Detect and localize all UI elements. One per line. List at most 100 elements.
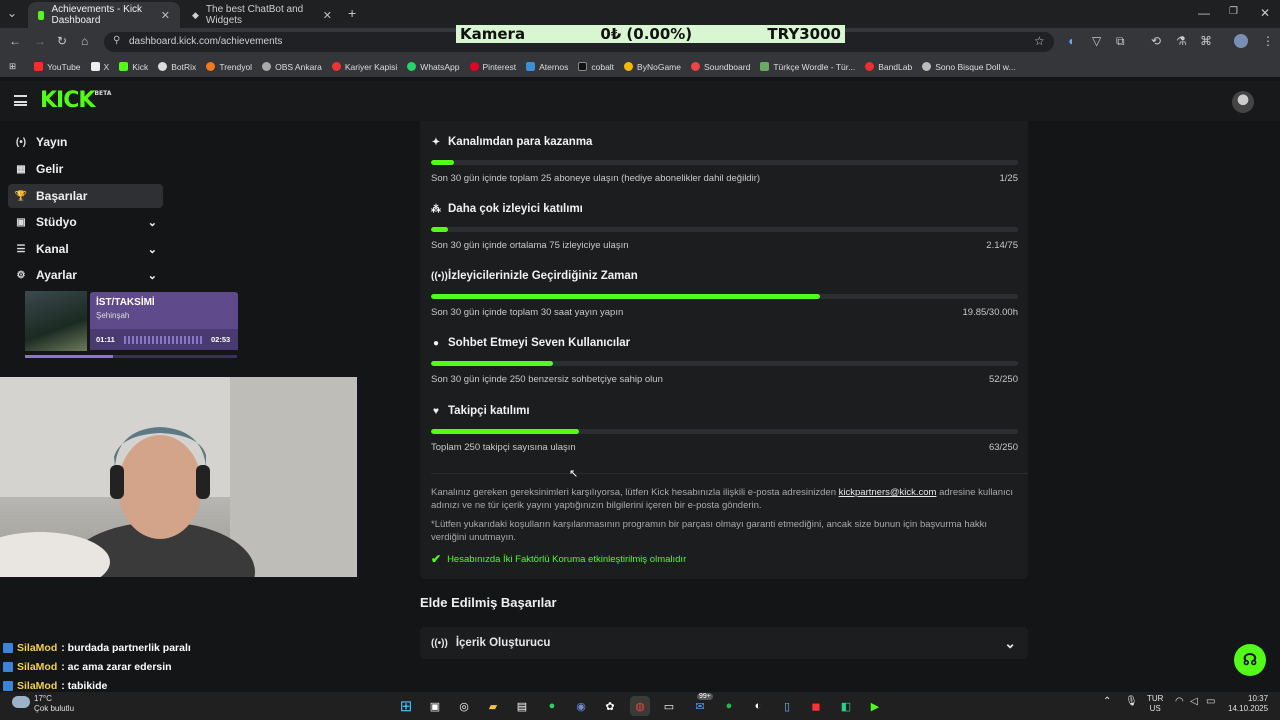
- bookmark-pinterest[interactable]: Pinterest: [469, 62, 516, 72]
- performance-icon[interactable]: ⚗: [1176, 34, 1187, 48]
- achievement-description: Toplam 250 takipçi sayısına ulaşın: [431, 442, 576, 453]
- tab-chatbot[interactable]: ◆ The best ChatBot and Widgets ✕: [182, 2, 342, 28]
- song-progress-fill: [25, 355, 113, 358]
- partner-email-link[interactable]: kickpartners@kick.com: [839, 487, 937, 498]
- minimize-icon[interactable]: —: [1198, 6, 1210, 20]
- translate-icon[interactable]: ⌘: [1200, 34, 1212, 48]
- reload-icon[interactable]: ↻: [57, 34, 67, 48]
- broadcast-icon: (•): [15, 136, 27, 148]
- terminal-icon[interactable]: ▭: [659, 696, 679, 716]
- bookmark-youtube[interactable]: YouTube: [34, 62, 81, 72]
- tab-achievements[interactable]: Achievements - Kick Dashboard ✕: [28, 2, 180, 28]
- song-title: İST/TAKSİMİ: [96, 297, 155, 308]
- bookmark-wordle[interactable]: Türkçe Wordle - Tür...: [760, 62, 855, 72]
- microphone-icon[interactable]: 🎙: [1125, 697, 1138, 707]
- two-factor-requirement: ✔ Hesabınızda İki Faktörlü Koruma etkinle…: [431, 552, 687, 566]
- tray-chevron-icon[interactable]: ⌃: [1103, 697, 1111, 707]
- achievement-progress-fill: [431, 429, 579, 434]
- close-window-icon[interactable]: ✕: [1260, 6, 1270, 20]
- wifi-icon[interactable]: ◠: [1175, 697, 1184, 707]
- waveform-icon: [124, 336, 204, 344]
- profile-avatar[interactable]: [1234, 34, 1248, 48]
- kick-logo[interactable]: KICKBETA: [40, 88, 111, 113]
- obs-icon[interactable]: ◐: [748, 696, 768, 716]
- channel-icon: ☰: [16, 243, 26, 255]
- sidebar-item-gelir[interactable]: ▦ Gelir: [8, 157, 163, 181]
- bookmark-botrix[interactable]: BotRix: [158, 62, 196, 72]
- weather-widget[interactable]: 17°C Çok bulutlu: [34, 694, 74, 714]
- extension-icon[interactable]: ◖: [1067, 34, 1074, 48]
- bookmark-cobalt[interactable]: cobalt: [578, 62, 614, 72]
- chatgpt-icon[interactable]: ✿: [600, 696, 620, 716]
- bookmark-kick[interactable]: Kick: [119, 62, 148, 72]
- weather-icon[interactable]: [12, 696, 30, 708]
- youtube-icon: [34, 62, 44, 71]
- earned-achievement-row[interactable]: ((•)) İçerik Oluşturucu ⌄: [420, 627, 1028, 659]
- store-icon[interactable]: ▤: [512, 696, 532, 716]
- trophy-icon: 🏆: [14, 190, 28, 202]
- bookmark-aternos[interactable]: Aternos: [526, 62, 568, 72]
- spotify-icon[interactable]: ●: [719, 696, 739, 716]
- chrome-icon[interactable]: ◍: [630, 696, 650, 716]
- mod-badge-icon: [3, 662, 13, 672]
- chat-message: SilaMod: ac ama zarar edersin: [3, 661, 172, 673]
- sidebar-item-ayarlar[interactable]: ⚙ Ayarlar ⌄: [8, 263, 163, 287]
- file-explorer-icon[interactable]: ▰: [483, 696, 503, 716]
- user-avatar[interactable]: [1232, 91, 1254, 113]
- task-view-icon[interactable]: ▣: [425, 696, 445, 716]
- restore-icon[interactable]: ❐: [1229, 6, 1238, 17]
- history-icon[interactable]: ⟲: [1151, 34, 1161, 48]
- sidebar-item-kanal[interactable]: ☰ Kanal ⌄: [8, 237, 163, 261]
- bookmark-bynogame[interactable]: ByNoGame: [624, 62, 681, 72]
- extension-icon[interactable]: ▽: [1092, 34, 1101, 48]
- extensions-puzzle-icon[interactable]: ⧉: [1116, 34, 1125, 49]
- bookmark-soundboard[interactable]: Soundboard: [690, 62, 750, 72]
- tab-search-icon[interactable]: ⌄: [7, 6, 17, 20]
- start-button-icon[interactable]: ⊞: [396, 696, 416, 716]
- chevron-down-icon: ⌄: [147, 269, 157, 282]
- sidebar-item-yayin[interactable]: (•) Yayın: [8, 130, 163, 154]
- bookmark-sono-bisque[interactable]: Sono Bisque Doll w...: [922, 62, 1016, 72]
- apps-grid-icon[interactable]: ⊞: [9, 61, 16, 72]
- botrix-icon: [158, 62, 168, 71]
- bookmark-whatsapp[interactable]: WhatsApp: [407, 62, 460, 72]
- back-icon[interactable]: ←: [9, 34, 21, 48]
- chat-message: SilaMod: burdada partnerlik paralı: [3, 642, 191, 654]
- battery-icon[interactable]: ▭: [1206, 697, 1215, 707]
- bookmark-obs-ankara[interactable]: OBS Ankara: [262, 62, 322, 72]
- mod-badge-icon: [3, 643, 13, 653]
- discord-icon[interactable]: ◉: [571, 696, 591, 716]
- menu-dots-icon[interactable]: ⋮: [1262, 34, 1274, 48]
- search-icon[interactable]: ◎: [454, 696, 474, 716]
- app-icon[interactable]: ◼: [806, 696, 826, 716]
- close-tab-icon[interactable]: ✕: [161, 9, 170, 22]
- achievement-title: ((•)) İzleyicilerinizle Geçirdiğiniz Zama…: [431, 270, 638, 282]
- new-tab-icon[interactable]: +: [348, 5, 356, 21]
- bookmark-x[interactable]: X: [90, 62, 109, 72]
- volume-icon[interactable]: ◁: [1190, 697, 1198, 707]
- app-icon[interactable]: ◧: [836, 696, 856, 716]
- bookmark-star-icon[interactable]: ☆: [1034, 34, 1045, 48]
- album-cover: [25, 291, 87, 351]
- kick-favicon-icon: [38, 10, 45, 20]
- whatsapp-icon[interactable]: ●: [542, 696, 562, 716]
- sidebar-item-studyo[interactable]: ▣ Stüdyo ⌄: [8, 210, 163, 234]
- site-info-icon[interactable]: ⚲: [113, 35, 120, 46]
- bookmark-bandlab[interactable]: BandLab: [865, 62, 912, 72]
- clock[interactable]: 10:37 14.10.2025: [1228, 694, 1268, 714]
- achievement-icon: ♥: [433, 405, 439, 417]
- notepad-icon[interactable]: ▯: [777, 696, 797, 716]
- bandlab-icon: [865, 62, 875, 71]
- close-tab-icon[interactable]: ✕: [323, 9, 332, 22]
- support-chat-button[interactable]: ☊: [1234, 644, 1266, 676]
- language-indicator[interactable]: TUR US: [1147, 694, 1163, 714]
- sidebar-item-basarilar[interactable]: 🏆 Başarılar: [8, 184, 163, 208]
- bookmark-trendyol[interactable]: Trendyol: [206, 62, 252, 72]
- bookmark-kariyer[interactable]: Kariyer Kapisi: [331, 62, 397, 72]
- hamburger-menu-icon[interactable]: [14, 95, 27, 106]
- kick-app-icon[interactable]: ▶: [865, 696, 885, 716]
- forward-icon[interactable]: →: [34, 34, 46, 48]
- chevron-down-icon[interactable]: ⌄: [1004, 635, 1016, 652]
- home-icon[interactable]: ⌂: [81, 34, 88, 48]
- obs-icon: [262, 62, 272, 71]
